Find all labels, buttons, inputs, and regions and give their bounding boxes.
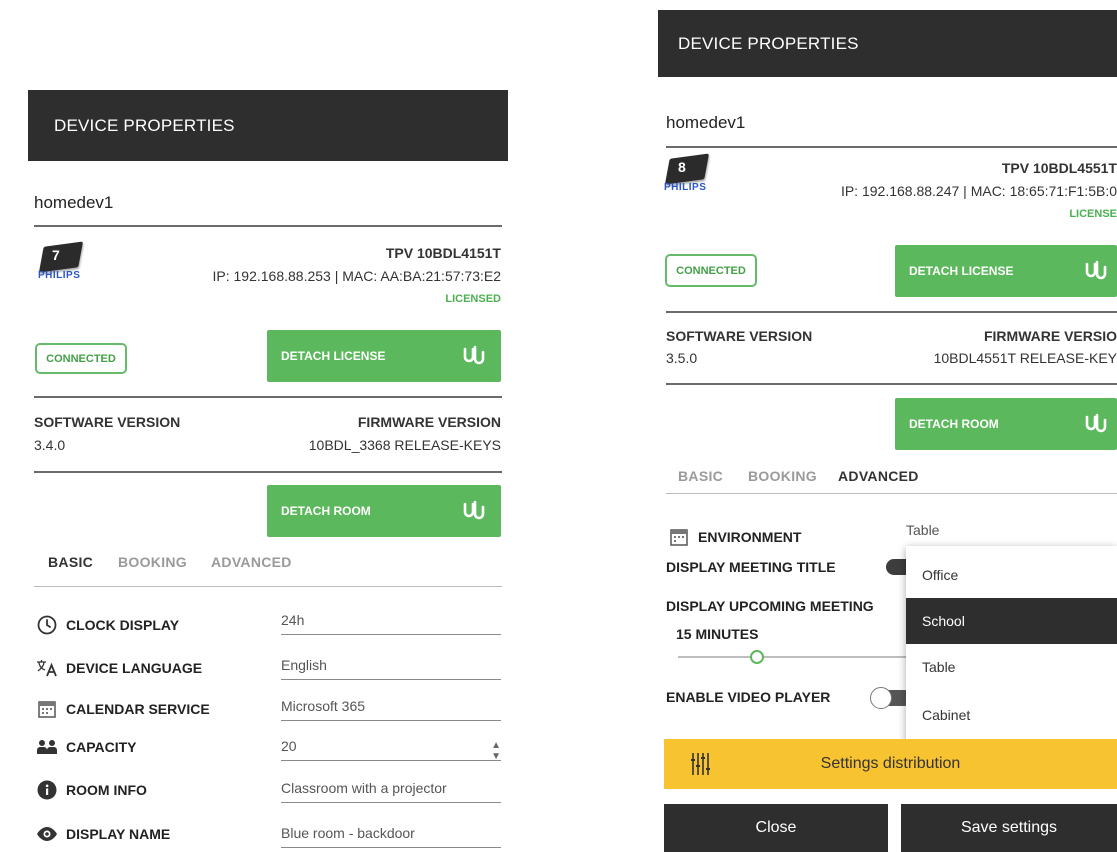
tab-basic[interactable]: BASIC [678,468,723,484]
brand-logo: PHILIPS [664,182,707,193]
display-name-label: DISPLAY NAME [36,826,170,842]
calendar-icon [36,699,58,719]
device-name: homedev1 [666,113,746,132]
room-info-label: ROOM INFO [36,780,147,800]
panel-header: DEVICE PROPERTIES [28,90,508,161]
detach-icon [1085,413,1107,433]
device-model: TPV 10BDL4151T [385,245,501,261]
enable-video-player-label: ENABLE VIDEO PLAYER [666,689,831,705]
divider [666,383,1117,385]
dropdown-option-school[interactable]: School [906,598,1117,644]
detach-icon [1085,260,1107,280]
detach-icon [463,345,485,365]
calendar-service-field[interactable]: Microsoft 365 [281,698,501,721]
device-model: TPV 10BDL4551T [1001,160,1117,176]
panel-title: DEVICE PROPERTIES [54,115,235,135]
detach-license-button[interactable]: DETACH LICENSE [267,330,501,382]
divider [34,396,502,398]
connected-badge: CONNECTED [35,343,127,374]
detach-license-label: DETACH LICENSE [909,264,1014,278]
device-language-label: DEVICE LANGUAGE [36,659,202,677]
firmware-version-value: 10BDL_3368 RELEASE-KEYS [308,437,501,453]
divider [34,225,502,227]
device-language-field[interactable]: English [281,657,501,680]
capacity-label: CAPACITY [36,739,137,755]
dropdown-option-office[interactable]: Office [906,552,1117,598]
environment-label: ENVIRONMENT [668,527,801,547]
panel-header: DEVICE PROPERTIES [658,10,1117,77]
capacity-field[interactable]: 20 ▲ ▼ [281,738,501,762]
clock-display-field[interactable]: 24h [281,612,501,635]
detach-room-button[interactable]: DETACH ROOM [895,398,1117,450]
translate-icon [36,659,58,677]
tv-chip-icon [664,153,710,185]
firmware-version-label: FIRMWARE VERSION [357,414,501,430]
people-icon [36,739,58,755]
device-number: 8 [678,159,686,175]
save-settings-button[interactable]: Save settings [901,804,1117,852]
device-number: 7 [52,247,60,263]
upcoming-slider-handle[interactable] [750,650,764,664]
connected-badge: CONNECTED [665,254,757,287]
calendar-service-label: CALENDAR SERVICE [36,699,210,719]
divider [666,311,1117,313]
divider [666,146,1117,148]
tab-booking[interactable]: BOOKING [748,468,817,484]
detach-icon [463,500,485,520]
toggle-knob [870,687,892,709]
device-properties-panel-right: DEVICE PROPERTIES homedev1 8 PHILIPS TPV… [650,0,1117,852]
brand-logo: PHILIPS [38,270,81,281]
tab-advanced[interactable]: ADVANCED [838,468,919,484]
device-icon: 7 PHILIPS [38,241,94,284]
dropdown-option-table[interactable]: Table [906,644,1117,690]
info-icon [36,780,58,800]
detach-room-button[interactable]: DETACH ROOM [267,485,501,537]
tv-chip-icon [38,241,84,273]
display-meeting-title-label: DISPLAY MEETING TITLE [666,559,836,575]
close-button[interactable]: Close [664,804,888,852]
settings-distribution-label: Settings distribution [820,755,961,772]
upcoming-slider-track[interactable] [678,656,908,658]
display-upcoming-meeting-label: DISPLAY UPCOMING MEETING [666,598,874,614]
room-info-field[interactable]: Classroom with a projector [281,780,501,803]
software-version-label: SOFTWARE VERSION [666,328,813,344]
clock-icon [36,615,58,635]
environment-select[interactable]: Table [906,522,1117,544]
software-version-value: 3.5.0 [666,350,698,366]
detach-license-button[interactable]: DETACH LICENSE [895,245,1117,297]
firmware-version-value: 10BDL4551T RELEASE-KEY [933,350,1117,366]
upcoming-minutes-value: 15 MINUTES [676,626,759,642]
detach-room-label: DETACH ROOM [909,417,999,431]
equalizer-icon [691,753,710,775]
display-name-field[interactable]: Blue room - backdoor [281,825,501,848]
tab-booking[interactable]: BOOKING [118,554,187,570]
clock-display-label: CLOCK DISPLAY [36,615,179,635]
calendar-icon [668,527,690,547]
stepper-arrows-icon[interactable]: ▲ ▼ [491,740,501,762]
panel-title: DEVICE PROPERTIES [678,33,859,53]
license-status: LICENSED [445,293,501,305]
software-version-label: SOFTWARE VERSION [34,414,181,430]
tab-advanced[interactable]: ADVANCED [211,554,292,570]
detach-room-label: DETACH ROOM [281,504,371,518]
dropdown-option-cabinet[interactable]: Cabinet [906,692,1117,738]
detach-license-label: DETACH LICENSE [281,349,386,363]
environment-dropdown: Office School Table Cabinet [906,546,1117,746]
capacity-value: 20 [281,738,297,754]
tabs-divider [666,493,1117,494]
firmware-version-label: FIRMWARE VERSIO [983,328,1117,344]
settings-distribution-bar[interactable]: Settings distribution [664,739,1117,789]
tab-basic[interactable]: BASIC [48,554,93,570]
divider [34,471,502,473]
device-name: homedev1 [34,193,114,212]
license-status: LICENSE [1069,208,1117,220]
ip-mac: IP: 192.168.88.253 | MAC: AA:BA:21:57:73… [212,268,502,284]
tabs-divider [34,586,502,587]
device-icon: 8 PHILIPS [664,153,720,196]
software-version-value: 3.4.0 [34,437,66,453]
eye-icon [36,826,58,842]
ip-mac: IP: 192.168.88.247 | MAC: 18:65:71:F1:5B… [840,183,1117,199]
device-properties-panel-left: DEVICE PROPERTIES homedev1 7 PHILIPS TPV… [10,90,515,852]
